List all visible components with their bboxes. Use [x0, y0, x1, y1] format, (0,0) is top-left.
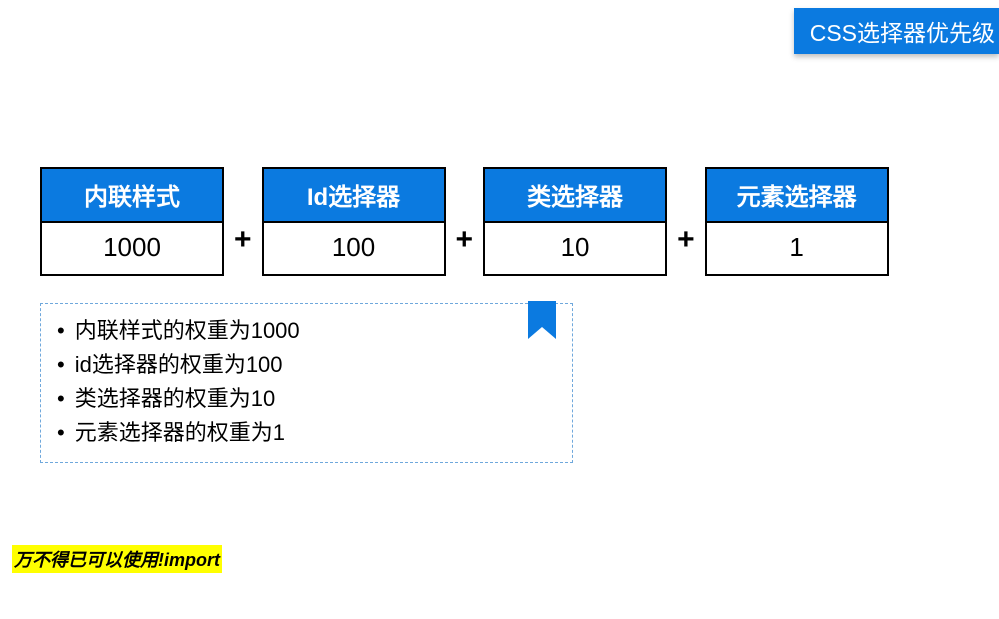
- weight-value: 1000: [42, 223, 222, 274]
- bookmark-icon: [528, 301, 556, 339]
- weight-box-id: Id选择器 100: [262, 167, 446, 276]
- weight-label: 元素选择器: [707, 169, 887, 223]
- weight-box-inline: 内联样式 1000: [40, 167, 224, 276]
- weight-box-class: 类选择器 10: [483, 167, 667, 276]
- plus-sign: +: [456, 223, 474, 257]
- plus-sign: +: [677, 223, 695, 257]
- weight-label: 内联样式: [42, 169, 222, 223]
- weight-label: Id选择器: [264, 169, 444, 223]
- list-item: 内联样式的权重为1000: [57, 314, 556, 348]
- list-item: id选择器的权重为100: [57, 348, 556, 382]
- list-item: 类选择器的权重为10: [57, 382, 556, 416]
- weight-value: 1: [707, 223, 887, 274]
- page-title-badge: CSS选择器优先级: [794, 8, 999, 54]
- list-item: 元素选择器的权重为1: [57, 416, 556, 450]
- plus-sign: +: [234, 223, 252, 257]
- weights-row: 内联样式 1000 + Id选择器 100 + 类选择器 10 + 元素选择器 …: [40, 167, 889, 276]
- weight-value: 100: [264, 223, 444, 274]
- weight-box-element: 元素选择器 1: [705, 167, 889, 276]
- weight-value: 10: [485, 223, 665, 274]
- footnote-highlight: 万不得已可以使用!import: [12, 545, 222, 573]
- weight-label: 类选择器: [485, 169, 665, 223]
- footnote-text: 万不得已可以使用!import: [14, 550, 220, 570]
- page-title: CSS选择器优先级: [810, 20, 995, 46]
- notes-list: 内联样式的权重为1000 id选择器的权重为100 类选择器的权重为10 元素选…: [57, 314, 556, 450]
- notes-box: 内联样式的权重为1000 id选择器的权重为100 类选择器的权重为10 元素选…: [40, 303, 573, 463]
